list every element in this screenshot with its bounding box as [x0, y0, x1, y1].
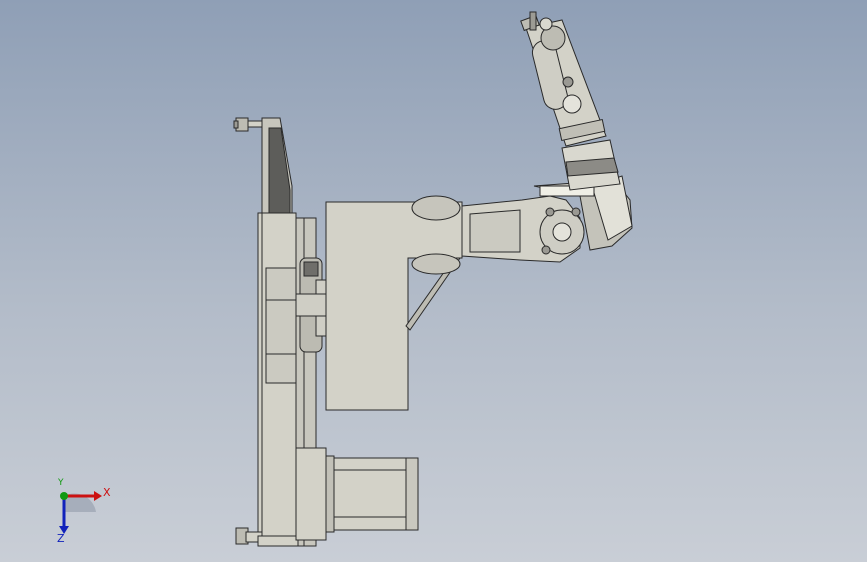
- forearm[interactable]: [525, 19, 607, 147]
- shoulder-housing[interactable]: [325, 201, 463, 411]
- drive-motor[interactable]: [295, 447, 419, 541]
- belt-pulley[interactable]: [295, 257, 331, 353]
- coordinate-triad: X Y Z: [44, 478, 124, 548]
- cad-viewport[interactable]: X Y Z: [0, 0, 867, 562]
- wrist-tool[interactable]: [520, 11, 553, 32]
- y-axis-label: Y: [58, 478, 64, 488]
- z-axis-label: Z: [57, 532, 65, 545]
- triad-graphic: [59, 491, 102, 534]
- robot-arm-model[interactable]: [0, 0, 867, 562]
- y-axis-dot: [60, 492, 68, 500]
- x-axis-label: X: [103, 486, 111, 499]
